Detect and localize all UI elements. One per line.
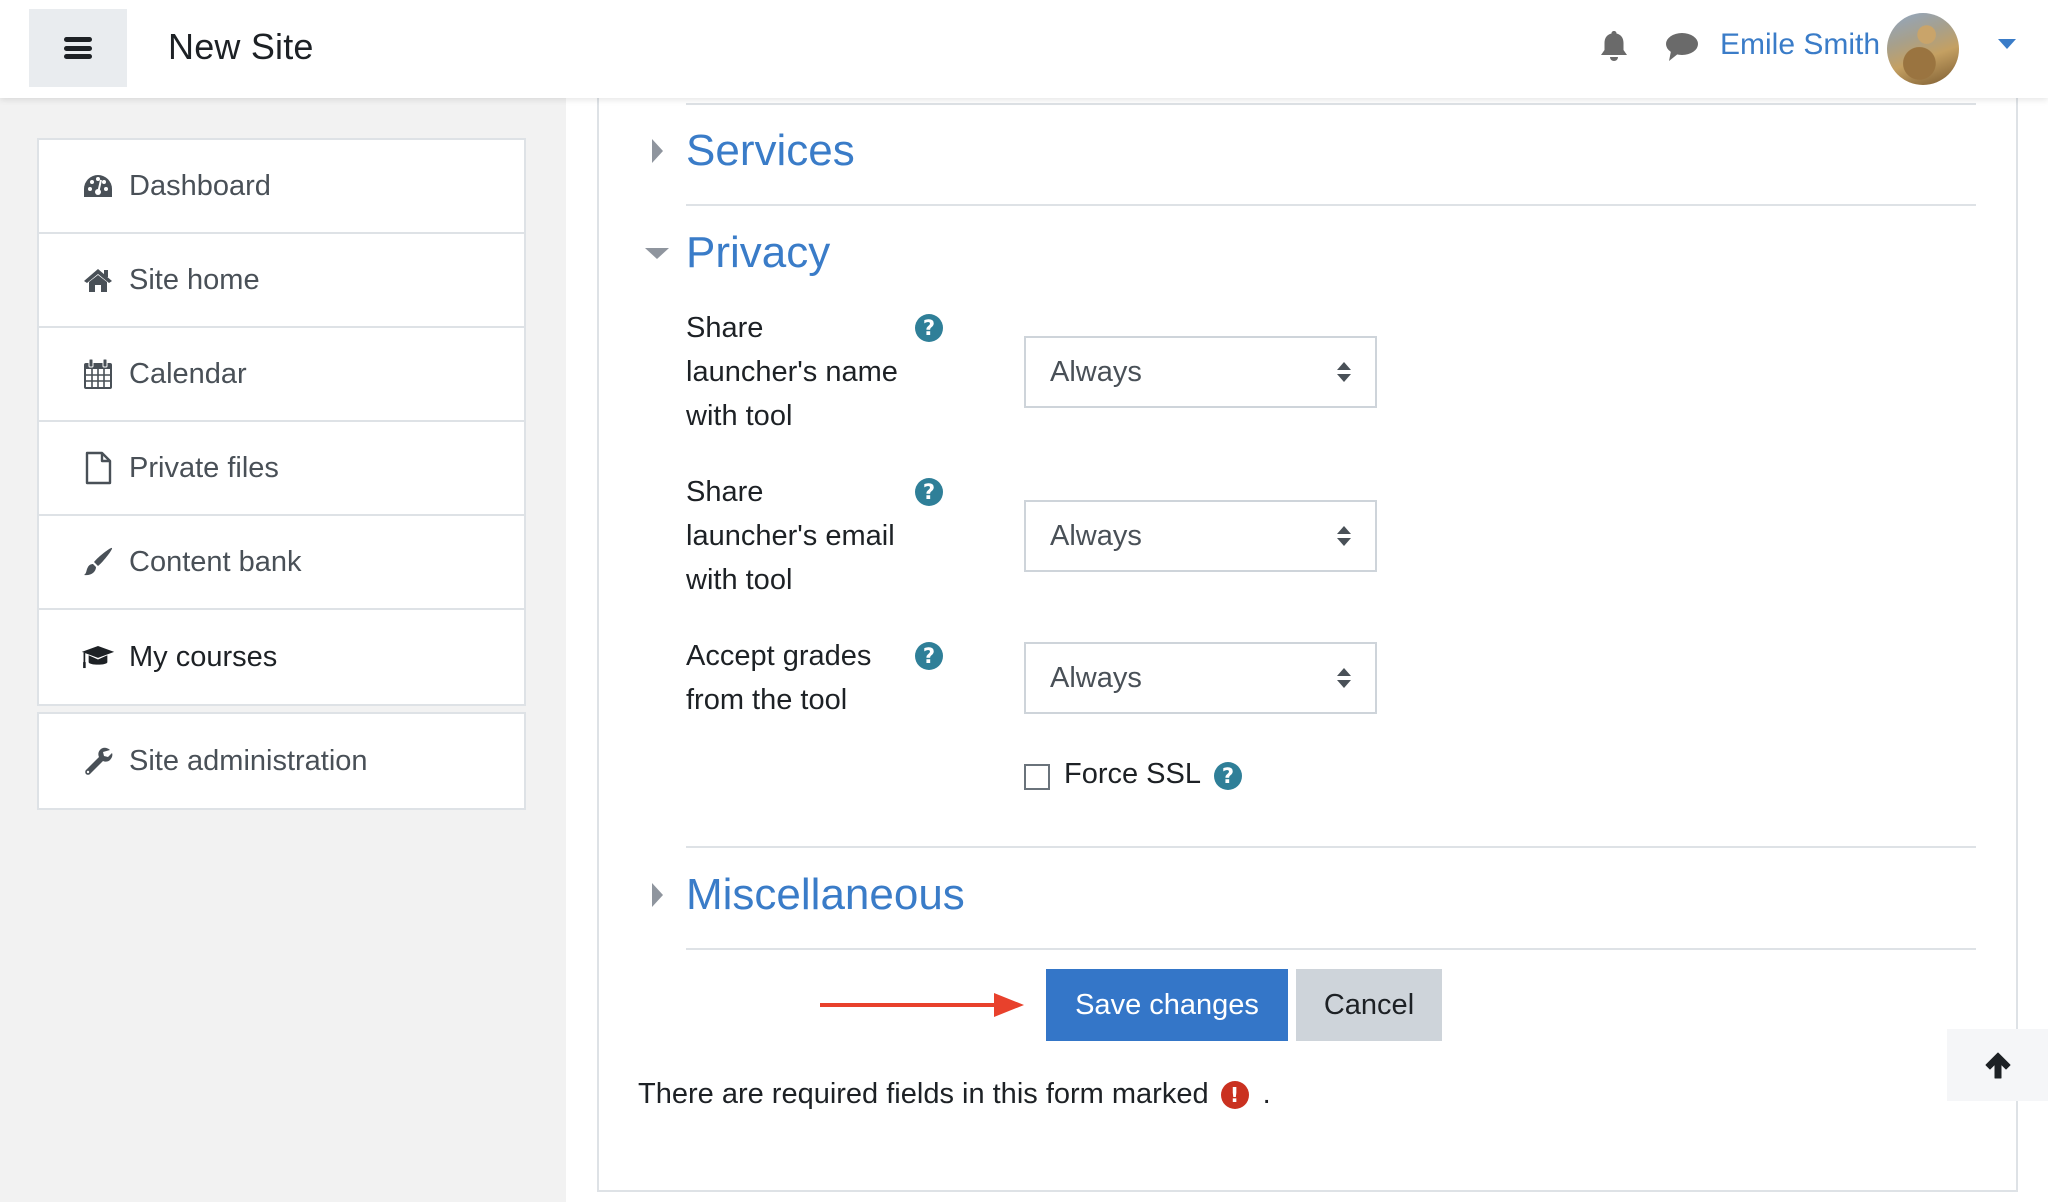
section-services-toggle[interactable]: Services [640, 126, 855, 176]
section-privacy-toggle[interactable]: Privacy [640, 228, 830, 278]
cancel-button[interactable]: Cancel [1296, 969, 1442, 1041]
user-name-link[interactable]: Emile Smith [1720, 28, 1880, 62]
wrench-icon [81, 744, 115, 778]
label-line: Accept grades [686, 640, 872, 672]
arrow-up-icon [1985, 1052, 2010, 1079]
back-to-top-button[interactable] [1947, 1029, 2048, 1101]
force-ssl-checkbox[interactable] [1024, 764, 1050, 790]
required-note-text: There are required fields in this form m… [638, 1078, 1209, 1110]
field-label-accept-grades: Accept grades from the tool [686, 634, 926, 722]
select-value: Always [1050, 661, 1142, 694]
label-line: with tool [686, 400, 793, 432]
hamburger-icon [64, 37, 92, 59]
top-navbar: New Site Emile Smith [0, 0, 2048, 98]
collapsed-triangle-icon [640, 878, 674, 912]
label-line: from the tool [686, 684, 848, 716]
section-divider [686, 103, 1976, 105]
question-circle-icon[interactable]: ? [915, 478, 943, 506]
question-circle-icon[interactable]: ? [915, 642, 943, 670]
section-divider [686, 846, 1976, 848]
label-line: Share [686, 476, 764, 508]
graduation-cap-icon [81, 640, 115, 674]
exclamation-circle-icon: ! [1220, 1080, 1249, 1109]
select-value: Always [1050, 519, 1142, 552]
force-ssl-label[interactable]: Force SSL [1064, 758, 1201, 791]
field-label-share-email: Share launcher's email with tool [686, 470, 926, 602]
bell-icon [1601, 31, 1627, 61]
field-label-share-name: Share launcher's name with tool [686, 306, 926, 438]
site-name[interactable]: New Site [168, 26, 314, 68]
select-arrows-icon [1337, 362, 1351, 384]
section-divider [686, 204, 1976, 206]
section-title: Privacy [686, 228, 831, 277]
required-fields-note: There are required fields in this form m… [638, 1078, 1271, 1111]
question-circle-icon[interactable]: ? [1214, 762, 1242, 790]
user-avatar[interactable] [1887, 13, 1959, 85]
annotation-arrow-icon [820, 993, 1024, 1017]
save-changes-button[interactable]: Save changes [1046, 969, 1288, 1041]
label-line: Share [686, 312, 764, 344]
nav-item-label: My courses [129, 640, 278, 673]
share-email-select[interactable]: Always [1024, 500, 1377, 572]
nav-item-site-administration[interactable]: Site administration [39, 714, 524, 808]
label-line: launcher's name [686, 356, 898, 388]
nav-item-dashboard[interactable]: Dashboard [39, 140, 524, 234]
nav-item-my-courses[interactable]: My courses [39, 610, 524, 704]
dashboard-icon [81, 169, 115, 203]
label-line: launcher's email [686, 520, 895, 552]
notifications-button[interactable] [1594, 26, 1634, 66]
required-note-suffix: . [1262, 1078, 1271, 1110]
drawer-toggle-button[interactable] [29, 9, 127, 87]
section-title: Services [686, 126, 855, 175]
calendar-icon [81, 357, 115, 391]
home-icon [81, 263, 115, 297]
messages-button[interactable] [1662, 27, 1702, 67]
section-title: Miscellaneous [686, 870, 965, 919]
nav-item-label: Site home [129, 263, 260, 296]
share-name-select[interactable]: Always [1024, 336, 1377, 408]
nav-item-label: Calendar [129, 357, 247, 390]
expanded-triangle-icon [640, 236, 674, 270]
select-value: Always [1050, 355, 1142, 388]
chat-bubble-icon [1666, 33, 1698, 61]
nav-item-private-files[interactable]: Private files [39, 422, 524, 516]
question-circle-icon[interactable]: ? [915, 314, 943, 342]
collapsed-triangle-icon [640, 134, 674, 168]
nav-drawer: Dashboard Site home Calendar Private fil… [0, 98, 566, 1202]
nav-item-label: Dashboard [129, 169, 271, 202]
select-arrows-icon [1337, 526, 1351, 548]
select-arrows-icon [1337, 668, 1351, 690]
paintbrush-icon [81, 545, 115, 579]
nav-item-content-bank[interactable]: Content bank [39, 516, 524, 610]
label-line: with tool [686, 564, 793, 596]
section-divider [686, 948, 1976, 950]
nav-item-label: Site administration [129, 744, 368, 777]
nav-item-label: Content bank [129, 545, 302, 578]
section-miscellaneous-toggle[interactable]: Miscellaneous [640, 870, 965, 920]
nav-group-main: Dashboard Site home Calendar Private fil… [37, 138, 526, 706]
nav-group-admin: Site administration [37, 712, 526, 810]
caret-down-icon[interactable] [1998, 39, 2016, 49]
file-icon [81, 451, 115, 485]
nav-item-calendar[interactable]: Calendar [39, 328, 524, 422]
accept-grades-select[interactable]: Always [1024, 642, 1377, 714]
nav-item-label: Private files [129, 451, 279, 484]
nav-item-site-home[interactable]: Site home [39, 234, 524, 328]
